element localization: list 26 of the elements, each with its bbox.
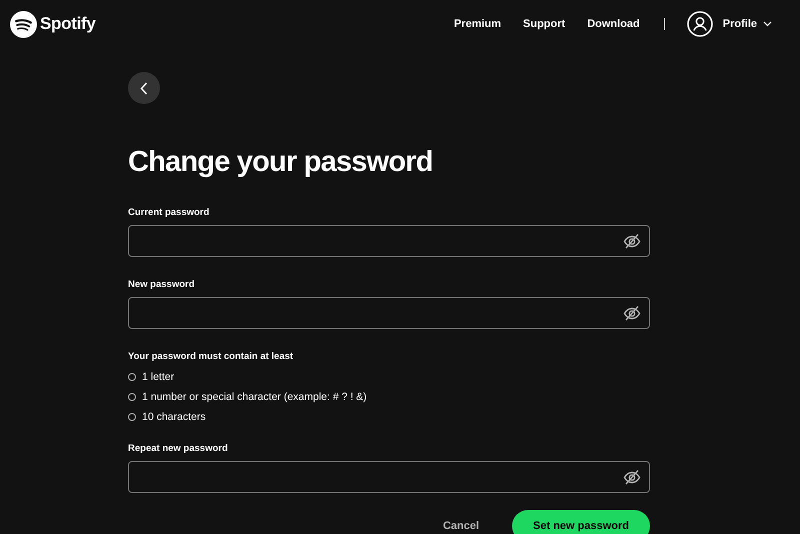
back-button[interactable] [128, 72, 160, 104]
requirements-heading: Your password must contain at least [128, 351, 294, 362]
requirement-text: 1 letter [142, 371, 174, 383]
brand-name[interactable]: Spotify [40, 14, 96, 34]
field-label: Current password [128, 207, 210, 218]
eye-slash-icon[interactable] [623, 305, 641, 321]
nav-link[interactable]: Support [523, 18, 566, 30]
field-label: Repeat new password [128, 443, 229, 454]
password-field[interactable] [128, 461, 650, 493]
requirement-text: 10 characters [142, 411, 206, 423]
field-label: New password [128, 279, 196, 290]
page-title: Change your password [128, 146, 434, 179]
chevron-left-icon [140, 82, 148, 94]
password-field[interactable] [128, 297, 650, 329]
requirement-text: 1 number or special character (example: # ? ! &) [142, 391, 367, 403]
password-field[interactable] [128, 225, 650, 257]
logo-icon[interactable] [10, 10, 37, 38]
eye-slash-icon[interactable] [623, 233, 641, 249]
chevron-down-icon [763, 21, 772, 27]
nav-link[interactable]: Download [587, 18, 640, 30]
eye-slash-icon[interactable] [623, 469, 641, 485]
submit-button[interactable]: Set new password [512, 510, 650, 534]
profile-menu[interactable]: Profile [722, 18, 772, 30]
cancel-button[interactable]: Cancel [436, 519, 486, 533]
nav-link[interactable]: Premium [454, 18, 502, 30]
avatar-icon[interactable] [686, 11, 713, 37]
